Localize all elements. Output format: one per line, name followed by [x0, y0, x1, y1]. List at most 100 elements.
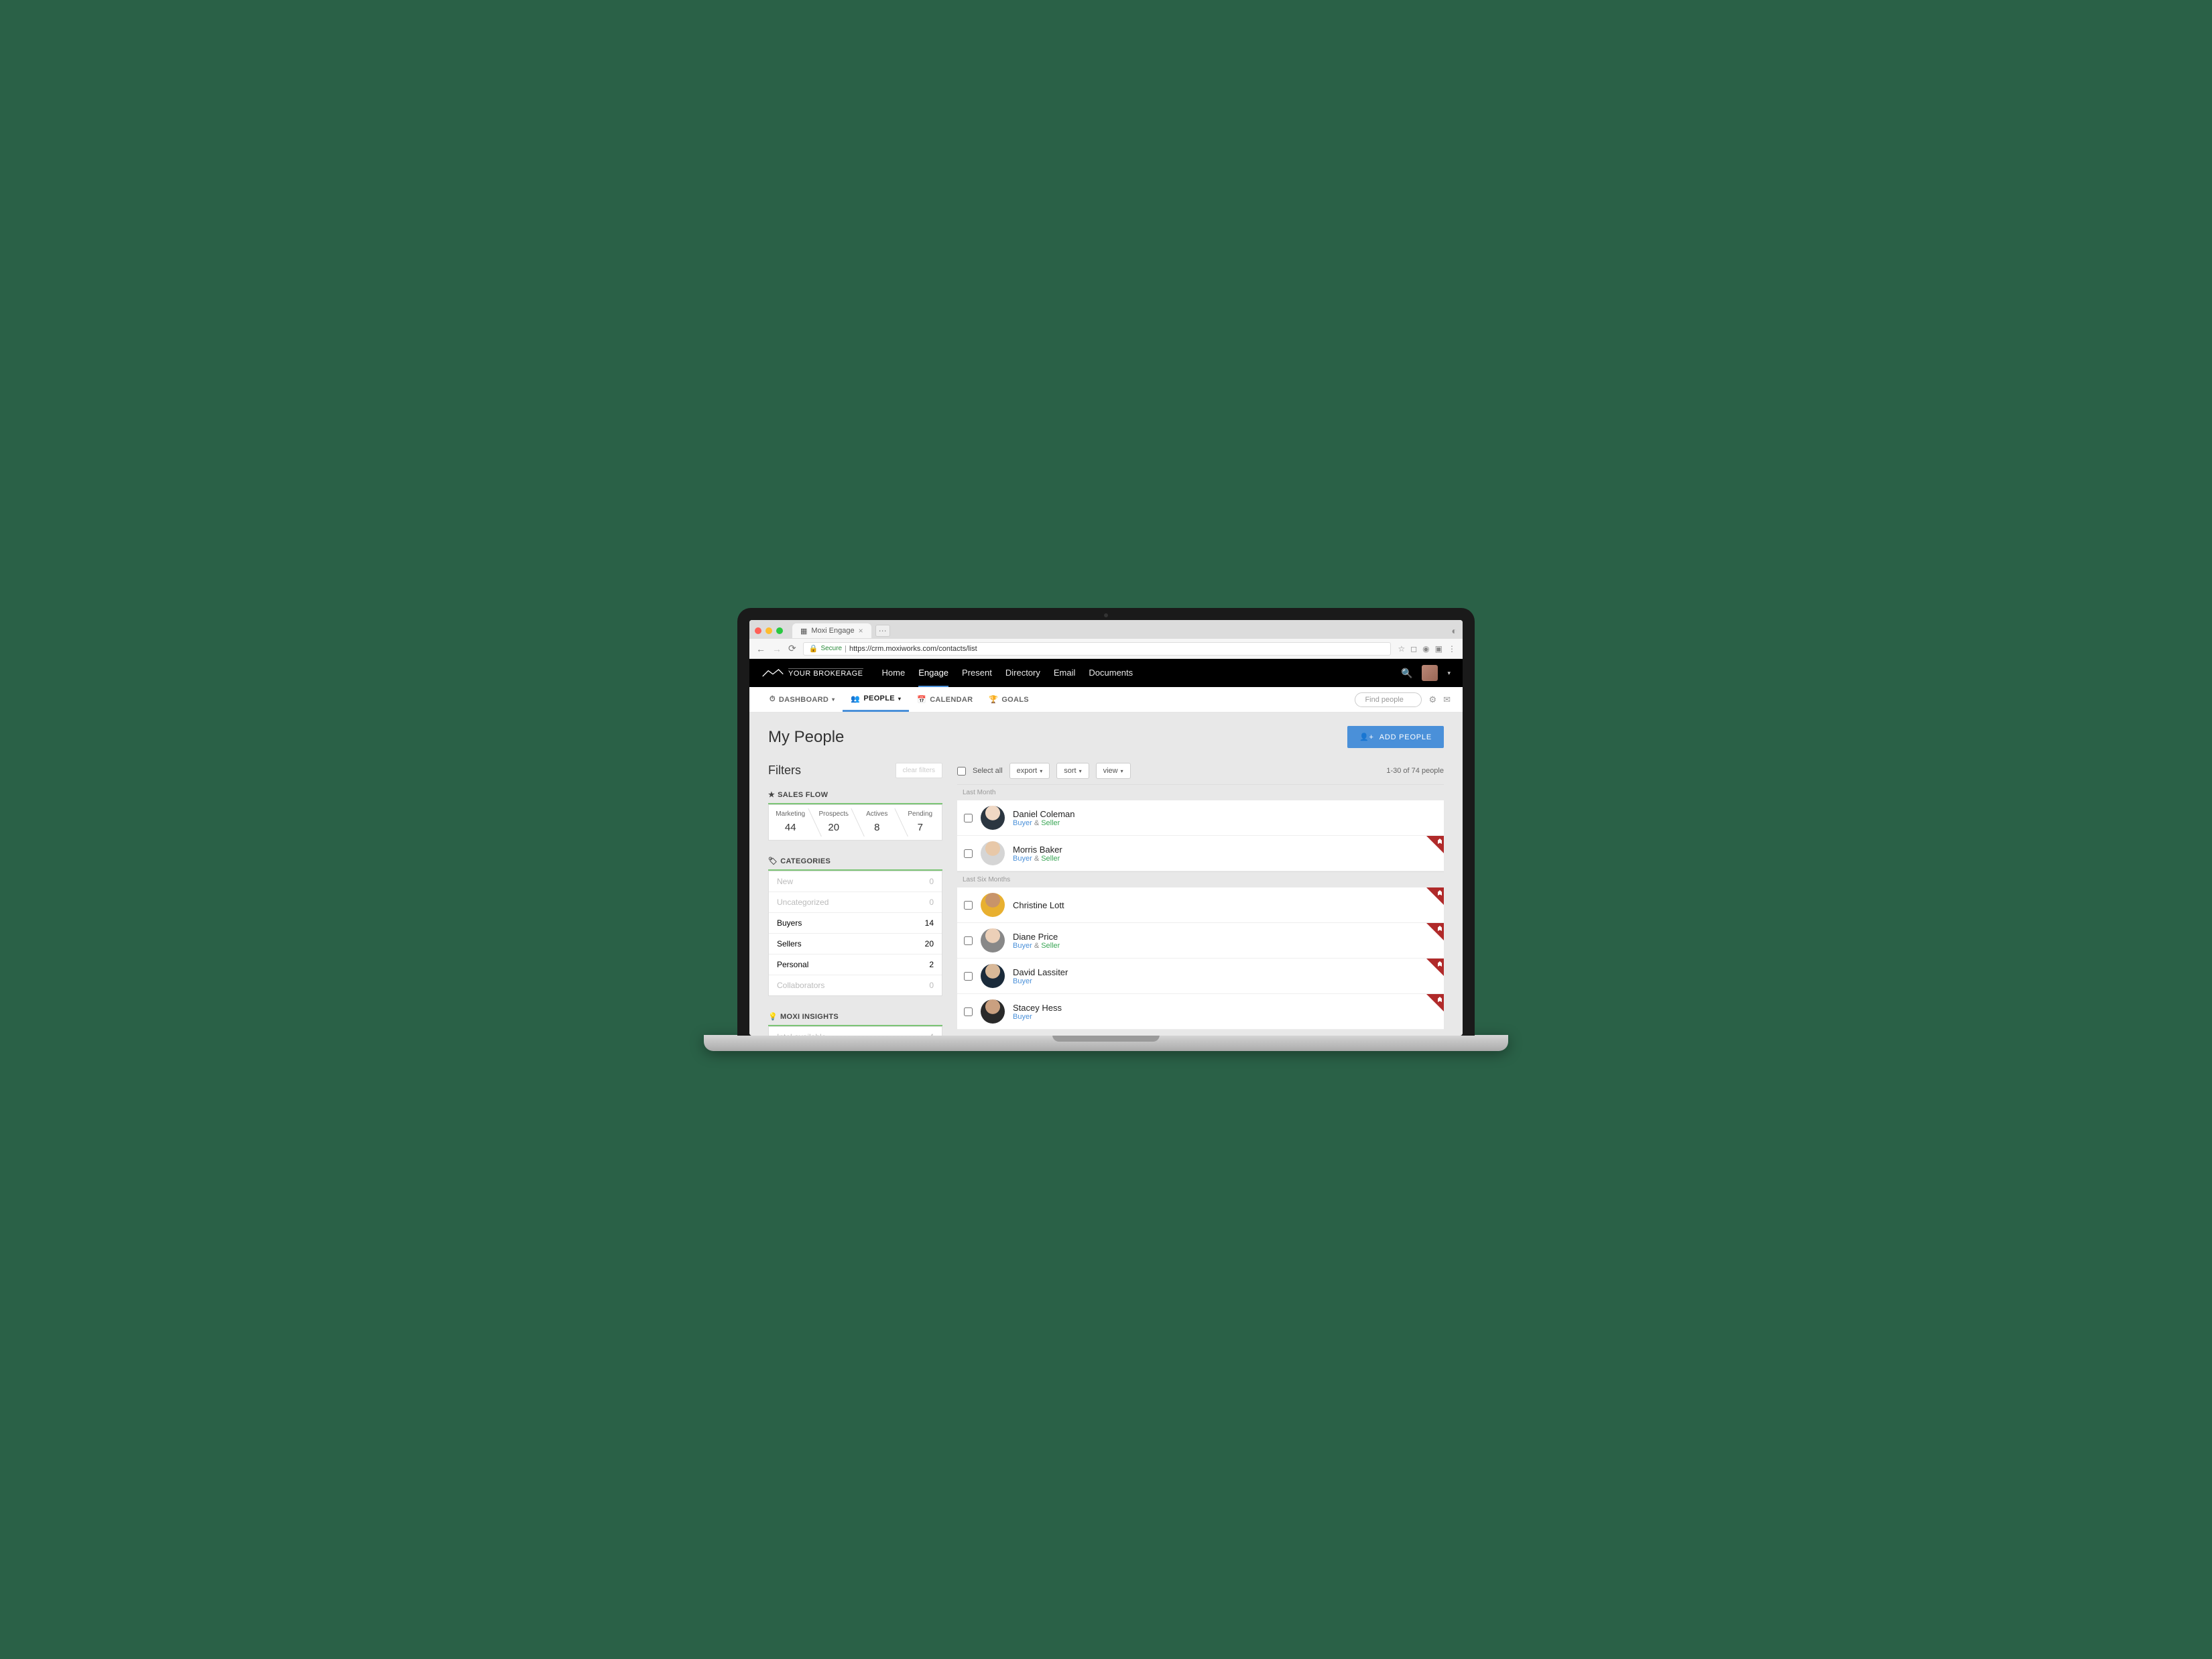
section-last-month: Last Month [957, 784, 1444, 800]
category-count: 0 [929, 898, 934, 907]
find-people-input[interactable]: Find people [1355, 692, 1422, 707]
category-row[interactable]: Personal2 [769, 955, 942, 975]
person-checkbox[interactable] [964, 1007, 973, 1016]
dashboard-icon: ⏱ [770, 695, 776, 704]
section-last-six-months: Last Six Months [957, 871, 1444, 887]
laptop-camera [1104, 613, 1108, 617]
category-label: Sellers [777, 939, 802, 948]
window-maximize[interactable] [776, 627, 783, 634]
categories-header: 🏷 CATEGORIES [768, 851, 942, 871]
person-row[interactable]: Diane Price Buyer & Seller [957, 923, 1444, 959]
address-bar[interactable]: 🔒 Secure | https://crm.moxiworks.com/con… [803, 642, 1392, 656]
brokerage-logo-icon [761, 667, 784, 679]
tab-close-icon[interactable]: × [859, 626, 863, 635]
trophy-icon: 🏆 [989, 695, 998, 704]
mail-icon[interactable]: ✉ [1443, 694, 1451, 705]
person-name: Diane Price [1013, 932, 1060, 942]
people-icon: 👥 [851, 694, 860, 703]
insights-header: 💡 MOXI INSIGHTS [768, 1007, 942, 1026]
category-label: Uncategorized [777, 898, 828, 907]
star-icon[interactable]: ☆ [1398, 644, 1405, 654]
category-row[interactable]: New0 [769, 871, 942, 892]
subnav-dashboard[interactable]: ⏱ DASHBOARD ▾ [761, 688, 843, 711]
user-menu-caret[interactable]: ▾ [1447, 670, 1451, 677]
flow-marketing[interactable]: Marketing 44 [769, 805, 812, 840]
person-name: Morris Baker [1013, 845, 1062, 855]
nav-directory[interactable]: Directory [1005, 660, 1040, 687]
chevron-down-icon: ▾ [832, 696, 835, 702]
export-dropdown[interactable]: export▾ [1009, 763, 1050, 779]
ext-icon-2[interactable]: ◉ [1422, 644, 1429, 654]
chevron-down-icon: ▾ [898, 696, 901, 702]
category-label: Collaborators [777, 981, 824, 990]
person-row[interactable]: Christine Lott [957, 887, 1444, 923]
nav-present[interactable]: Present [962, 660, 992, 687]
category-row[interactable]: Uncategorized 0 [769, 892, 942, 913]
person-checkbox[interactable] [964, 814, 973, 822]
sales-flow: Marketing 44 Prospects 20 Actives 8 Pe [768, 804, 942, 841]
people-count: 1-30 of 74 people [1386, 767, 1444, 775]
category-count: 0 [929, 877, 934, 886]
gear-icon[interactable]: ⚙ [1428, 694, 1436, 705]
subnav-goals[interactable]: 🏆 GOALS [981, 688, 1037, 711]
window-minimize[interactable] [765, 627, 772, 634]
person-row[interactable]: Stacey Hess Buyer [957, 994, 1444, 1030]
insights-list: Intel available 4 [768, 1026, 942, 1036]
flag-icon [1426, 836, 1444, 853]
flow-actives[interactable]: Actives 8 [855, 805, 899, 840]
browser-tab[interactable]: ▦ Moxi Engage × [792, 623, 871, 638]
add-people-button[interactable]: 👤+ ADD PEOPLE [1347, 726, 1444, 748]
search-icon[interactable]: 🔍 [1401, 668, 1412, 679]
clear-filters-button[interactable]: clear filters [896, 763, 942, 778]
person-row[interactable]: Morris Baker Buyer & Seller [957, 836, 1444, 871]
app-header: YOUR BROKERAGE Home Engage Present Direc… [749, 659, 1463, 687]
flag-icon [1426, 959, 1444, 976]
window-close[interactable] [755, 627, 761, 634]
filters-title: Filters [768, 763, 801, 778]
select-all-checkbox[interactable] [957, 767, 966, 776]
subnav-people[interactable]: 👥 PEOPLE ▾ [843, 688, 909, 712]
category-count: 20 [925, 939, 934, 948]
person-name: Christine Lott [1013, 900, 1064, 910]
brand-text: YOUR BROKERAGE [788, 668, 863, 678]
person-checkbox[interactable] [964, 972, 973, 981]
nav-email[interactable]: Email [1054, 660, 1076, 687]
star-icon: ★ [768, 790, 775, 799]
reload-button[interactable]: ⟳ [788, 643, 796, 654]
person-checkbox[interactable] [964, 936, 973, 945]
sales-flow-header: ★ SALES FLOW [768, 785, 942, 804]
ext-icon-3[interactable]: ▣ [1435, 644, 1442, 654]
calendar-icon: 📅 [917, 695, 926, 704]
nav-documents[interactable]: Documents [1089, 660, 1133, 687]
flow-prospects[interactable]: Prospects 20 [812, 805, 856, 840]
person-checkbox[interactable] [964, 849, 973, 858]
view-dropdown[interactable]: view▾ [1096, 763, 1131, 779]
sort-dropdown[interactable]: sort▾ [1056, 763, 1089, 779]
category-row[interactable]: Collaborators 0 [769, 975, 942, 995]
user-avatar[interactable] [1422, 665, 1438, 681]
person-name: David Lassiter [1013, 967, 1068, 977]
category-row[interactable]: Buyers 14 [769, 913, 942, 934]
new-tab-button[interactable]: ⋯ [875, 625, 890, 637]
person-checkbox[interactable] [964, 901, 973, 910]
categories-list: New0Uncategorized0Buyers14Sellers20Perso… [768, 871, 942, 996]
person-row[interactable]: David Lassiter Buyer [957, 959, 1444, 994]
category-count: 0 [929, 981, 934, 990]
subnav-calendar[interactable]: 📅 CALENDAR [909, 688, 981, 711]
flow-pending[interactable]: Pending 7 [899, 805, 942, 840]
brand-logo[interactable]: YOUR BROKERAGE [761, 667, 863, 679]
person-row[interactable]: Daniel Coleman Buyer & Seller [957, 800, 1444, 836]
menu-icon[interactable]: ⋮ [1448, 644, 1456, 654]
forward-button[interactable]: → [772, 643, 782, 654]
ext-icon-1[interactable]: ◻ [1410, 644, 1417, 654]
category-count: 2 [929, 960, 934, 969]
nav-engage[interactable]: Engage [918, 660, 948, 687]
category-count: 14 [925, 918, 934, 928]
category-row[interactable]: Sellers 20 [769, 934, 942, 955]
category-label: Buyers [777, 918, 802, 928]
person-name: Stacey Hess [1013, 1003, 1062, 1013]
profile-icon[interactable]: ◐ [1452, 625, 1457, 636]
back-button[interactable]: ← [756, 643, 765, 654]
nav-home[interactable]: Home [882, 660, 906, 687]
insights-row[interactable]: Intel available 4 [769, 1027, 942, 1036]
